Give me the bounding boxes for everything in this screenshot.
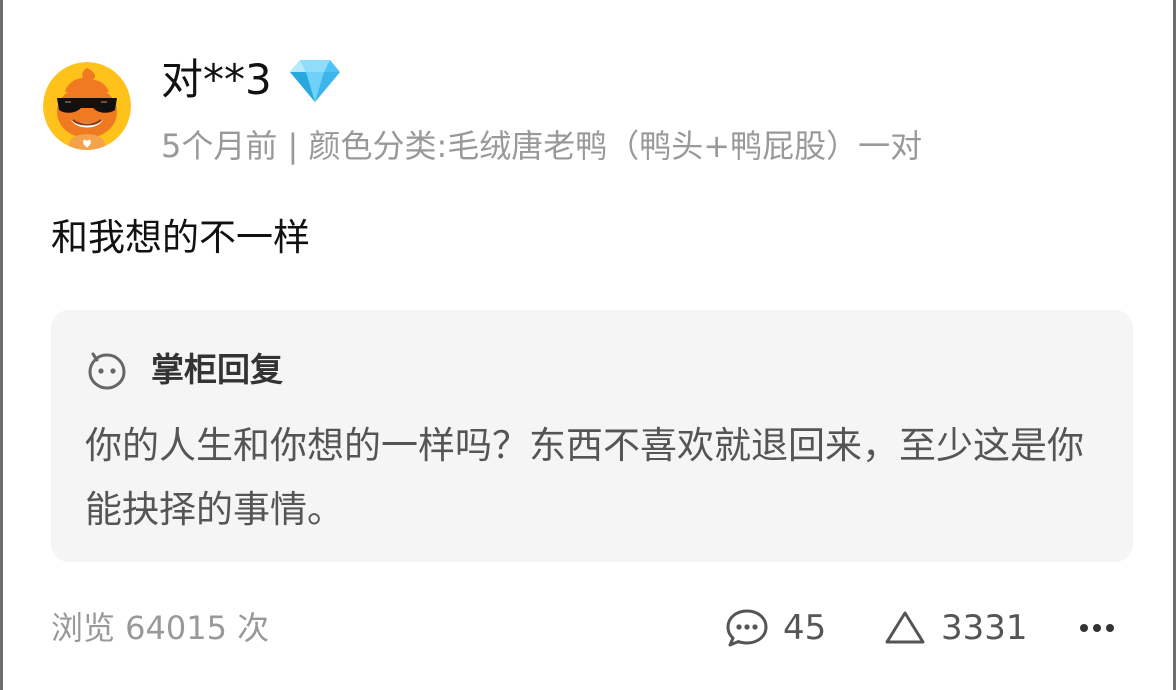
seller-reply: 掌柜回复 你的人生和你想的一样吗？东西不喜欢就退回来，至少这是你能抉择的事情。 — [51, 310, 1133, 562]
review-meta: 5个月前 | 颜色分类:毛绒唐老鸭（鸭头+鸭屁股）一对 — [161, 127, 923, 165]
comment-bubble-icon — [726, 609, 768, 647]
review-card: 对**3 5个月前 | 颜色分类:毛绒唐老鸭（鸭头+鸭屁股）一对 和我想的不一样… — [0, 0, 1176, 690]
username-row: 对**3 — [161, 52, 342, 108]
diamond-icon — [289, 60, 340, 102]
smile-icon — [88, 352, 126, 390]
view-count: 浏览 64015 次 — [51, 609, 270, 647]
duck-mascot-avatar-icon — [43, 62, 131, 150]
seller-reply-title: 掌柜回复 — [151, 350, 283, 389]
thumb-up-icon — [885, 611, 925, 644]
review-text: 和我想的不一样 — [51, 216, 310, 259]
user-avatar[interactable] — [43, 62, 131, 150]
seller-reply-header: 掌柜回复 — [87, 348, 283, 392]
like-button[interactable]: 3331 — [883, 600, 1028, 656]
review-footer: 浏览 64015 次 45 3331 — [3, 600, 1173, 656]
like-count: 3331 — [941, 608, 1028, 648]
more-dots-icon[interactable] — [1077, 600, 1117, 656]
username[interactable]: 对**3 — [161, 52, 272, 108]
seller-reply-text: 你的人生和你想的一样吗？东西不喜欢就退回来，至少这是你能抉择的事情。 — [85, 424, 1084, 531]
comment-button[interactable]: 45 — [725, 600, 826, 656]
comment-count: 45 — [783, 608, 827, 648]
